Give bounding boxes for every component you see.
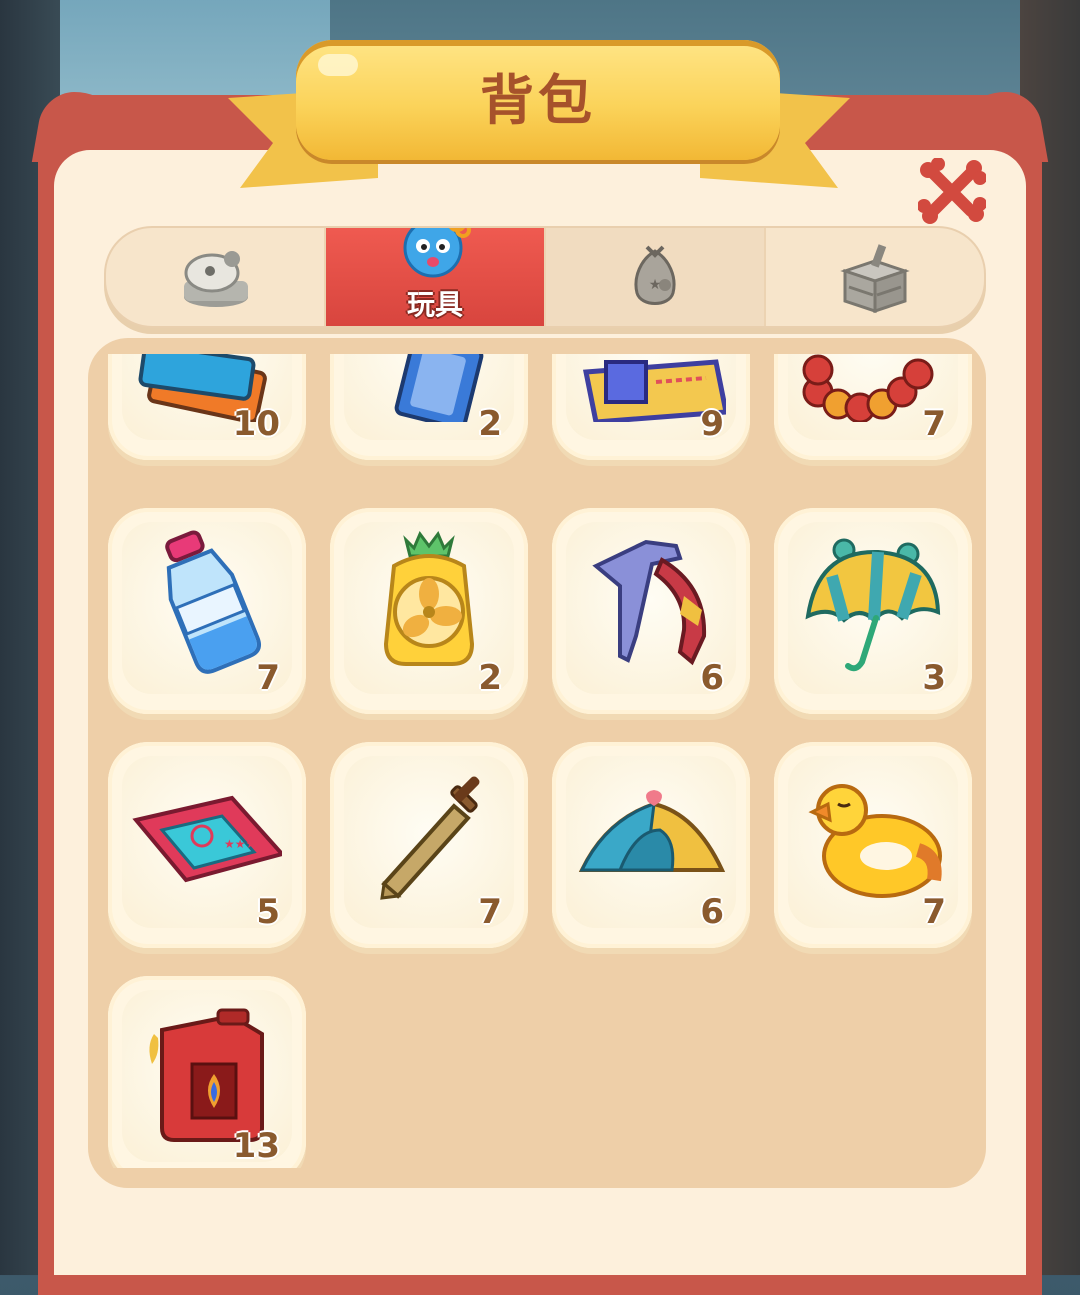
inventory-item-wooden-sword[interactable]: 7 xyxy=(330,742,528,948)
category-tabs: 玩具 ★ xyxy=(104,226,986,328)
item-count: 7 xyxy=(478,892,502,932)
inventory-item-duck-float[interactable]: 7 xyxy=(774,742,972,948)
wooden-sword-icon xyxy=(380,776,480,900)
sheep-icon xyxy=(170,237,260,317)
svg-text:★★★: ★★★ xyxy=(224,837,256,851)
umbrella-icon xyxy=(805,538,941,672)
item-count: 3 xyxy=(922,658,946,698)
inventory-item-cards[interactable]: 10 xyxy=(108,354,306,460)
item-count: 6 xyxy=(700,892,724,932)
item-count: 7 xyxy=(256,658,280,698)
svg-text:★: ★ xyxy=(649,277,662,293)
water-bottle-icon xyxy=(165,530,261,674)
inventory-grid: 10 2 9 7 7 2 6 3 ★★★ 5 7 6 7 13 xyxy=(88,338,986,1188)
page-title: 背包 xyxy=(480,68,596,132)
close-icon xyxy=(917,157,987,224)
close-button[interactable] xyxy=(917,157,987,226)
inventory-item-book[interactable]: 2 xyxy=(330,354,528,460)
inventory-item-pineapple-fan[interactable]: 2 xyxy=(330,508,528,714)
crate-icon xyxy=(835,237,915,317)
item-count: 9 xyxy=(700,404,724,444)
item-count: 2 xyxy=(478,404,502,444)
inventory-item-water-bottle[interactable]: 7 xyxy=(108,508,306,714)
ice-axe-icon xyxy=(592,539,707,666)
inventory-item-map[interactable]: 9 xyxy=(552,354,750,460)
tab-toys-label: 玩具 xyxy=(406,288,463,321)
fuel-can-icon xyxy=(149,1008,264,1142)
inventory-scroll[interactable]: 10 2 9 7 7 2 6 3 ★★★ 5 7 6 7 13 xyxy=(88,354,986,1168)
item-count: 6 xyxy=(700,658,724,698)
tab-sheep[interactable] xyxy=(106,228,326,326)
inventory-item-fuel-can[interactable]: 13 xyxy=(108,976,306,1168)
tab-bag[interactable]: ★ xyxy=(546,228,766,326)
inventory-item-ice-axe[interactable]: 6 xyxy=(552,508,750,714)
item-count: 7 xyxy=(922,892,946,932)
inventory-item-bracelet[interactable]: 7 xyxy=(774,354,972,460)
tickets-icon: ★★★ xyxy=(132,795,282,883)
tent-icon xyxy=(578,790,726,872)
duck-float-icon xyxy=(808,784,942,898)
item-count: 7 xyxy=(922,404,946,444)
item-count: 5 xyxy=(256,892,280,932)
pineapple-fan-icon xyxy=(383,531,475,666)
tab-toys[interactable]: 玩具 xyxy=(326,228,546,326)
item-count: 13 xyxy=(232,1126,280,1166)
bag-icon: ★ xyxy=(615,237,695,317)
inventory-item-tickets[interactable]: ★★★ 5 xyxy=(108,742,306,948)
octopus-toy-icon xyxy=(397,228,473,284)
item-count: 10 xyxy=(232,404,280,444)
item-count: 2 xyxy=(478,658,502,698)
inventory-item-tent[interactable]: 6 xyxy=(552,742,750,948)
inventory-item-umbrella[interactable]: 3 xyxy=(774,508,972,714)
tab-crate[interactable] xyxy=(766,228,984,326)
